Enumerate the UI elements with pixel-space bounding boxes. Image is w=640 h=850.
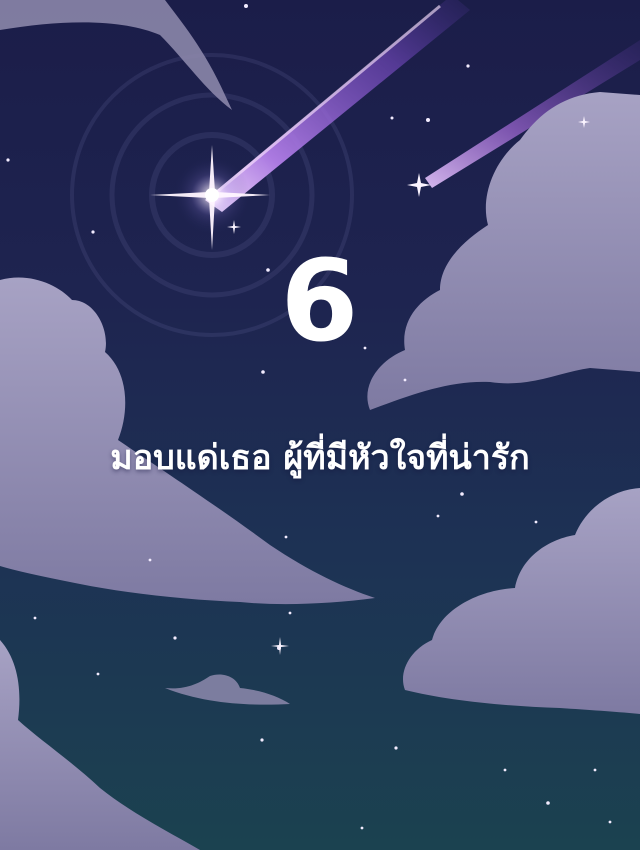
dedication-caption: มอบแด่เธอ ผู้ที่มีหัวใจที่น่ารัก bbox=[110, 438, 530, 478]
night-sky-poster: 6 มอบแด่เธอ ผู้ที่มีหัวใจที่น่ารัก bbox=[0, 0, 640, 850]
cloud-icon bbox=[403, 488, 640, 714]
night-sky-background bbox=[0, 0, 640, 850]
cloud-icon bbox=[165, 674, 290, 705]
cloud-icon bbox=[0, 640, 200, 850]
day-number: 6 bbox=[280, 237, 360, 367]
